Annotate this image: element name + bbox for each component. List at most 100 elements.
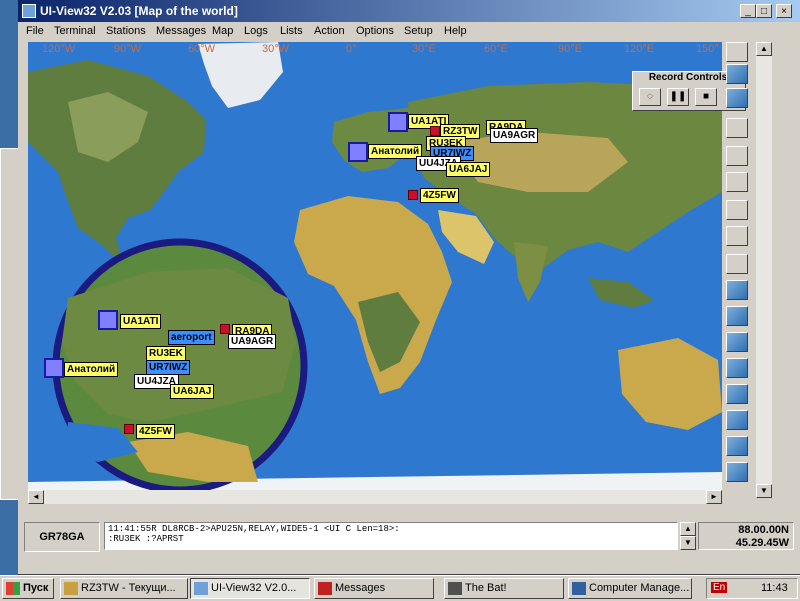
lon-label: 60°E bbox=[484, 43, 508, 55]
station-marker[interactable] bbox=[388, 112, 408, 132]
menu-bar: File Terminal Stations Messages Map Logs… bbox=[18, 22, 800, 41]
language-indicator[interactable]: En bbox=[711, 582, 728, 593]
scroll-left-button[interactable]: ◄ bbox=[28, 490, 44, 504]
close-button[interactable]: × bbox=[776, 4, 792, 18]
scroll-right-button[interactable]: ► bbox=[706, 490, 722, 504]
toolbar-button[interactable] bbox=[726, 462, 748, 482]
lon-label: 30°E bbox=[412, 43, 436, 55]
console-line: :RU3EK :?APRST bbox=[108, 534, 184, 544]
taskbar: Пуск RZ3TW - Текущи... UI-View32 V2.0...… bbox=[0, 575, 800, 601]
stop-icon: ■ bbox=[702, 91, 710, 102]
toolbar-button[interactable] bbox=[726, 358, 748, 378]
scroll-up-button[interactable]: ▲ bbox=[756, 42, 772, 56]
station-marker[interactable] bbox=[124, 424, 134, 434]
taskbar-item-messages[interactable]: Messages bbox=[314, 578, 434, 599]
menu-map[interactable]: Map bbox=[212, 25, 233, 37]
station-label[interactable]: RU3EK bbox=[146, 346, 186, 361]
toolbar-button[interactable] bbox=[726, 436, 748, 456]
toolbar-button[interactable] bbox=[726, 280, 748, 300]
station-marker[interactable] bbox=[348, 142, 368, 162]
station-label[interactable]: 4Z5FW bbox=[420, 188, 459, 203]
toolbar-button[interactable] bbox=[726, 384, 748, 404]
pause-icon: ❚❚ bbox=[669, 91, 687, 102]
station-label[interactable]: UA6JAJ bbox=[446, 162, 491, 177]
taskbar-item-computer-management[interactable]: Computer Manage... bbox=[568, 578, 692, 599]
station-marker[interactable] bbox=[408, 190, 418, 200]
close-icon: × bbox=[781, 6, 787, 17]
station-label[interactable]: Анатолий bbox=[64, 362, 119, 377]
taskbar-item-label: Computer Manage... bbox=[589, 582, 690, 594]
latitude-readout: 88.00.00N bbox=[738, 524, 789, 536]
station-label[interactable]: UR7IWZ bbox=[146, 360, 191, 375]
toolbar-button[interactable] bbox=[726, 306, 748, 326]
menu-help[interactable]: Help bbox=[444, 25, 467, 37]
vertical-scrollbar[interactable]: ▲ ▼ bbox=[756, 42, 772, 498]
toolbar-button[interactable] bbox=[726, 118, 748, 138]
station-label[interactable]: 4Z5FW bbox=[136, 424, 175, 439]
taskbar-item-rz3tw[interactable]: RZ3TW - Текущи... bbox=[60, 578, 188, 599]
station-label[interactable]: Анатолий bbox=[368, 144, 423, 159]
stop-button[interactable]: ■ bbox=[695, 88, 717, 106]
main-window: UI-View32 V2.03 [Map of the world] _ □ ×… bbox=[18, 0, 800, 575]
window-icon bbox=[318, 582, 332, 595]
lon-label: 60°W bbox=[188, 43, 216, 55]
cursor-coordinates: 88.00.00N 45.29.45W bbox=[698, 522, 794, 550]
packet-console[interactable]: 11:41:55R DL8RCB-2>APU25N,RELAY,WIDE5-1 … bbox=[104, 522, 678, 550]
world-map[interactable]: 120°W 90°W 60°W 30°W 0° 30°E 60°E 90°E 1… bbox=[28, 42, 722, 490]
console-scroll-down[interactable]: ▼ bbox=[680, 536, 696, 550]
toolbar-button[interactable] bbox=[726, 42, 748, 62]
grid-locator: GR78GA bbox=[24, 522, 100, 552]
window-icon bbox=[448, 582, 462, 595]
clock[interactable]: 11:43 bbox=[761, 582, 788, 594]
toolbar-button[interactable] bbox=[726, 200, 748, 220]
record-icon: ◌ bbox=[647, 91, 653, 102]
toolbar-button[interactable] bbox=[726, 172, 748, 192]
app-icon[interactable] bbox=[22, 4, 36, 18]
toolbar-button[interactable] bbox=[726, 226, 748, 246]
pause-button[interactable]: ❚❚ bbox=[667, 88, 689, 106]
console-scroll-up[interactable]: ▲ bbox=[680, 522, 696, 536]
window-icon bbox=[572, 582, 586, 595]
toolbar-button[interactable] bbox=[726, 254, 748, 274]
menu-setup[interactable]: Setup bbox=[404, 25, 433, 37]
start-button[interactable]: Пуск bbox=[2, 578, 54, 599]
horizontal-scrollbar[interactable]: ◄ ► bbox=[28, 490, 722, 504]
menu-terminal[interactable]: Terminal bbox=[54, 25, 96, 37]
menu-options[interactable]: Options bbox=[356, 25, 394, 37]
menu-logs[interactable]: Logs bbox=[244, 25, 268, 37]
map-canvas bbox=[28, 42, 722, 490]
toolbar-button[interactable] bbox=[726, 410, 748, 430]
lon-label: 150° bbox=[696, 43, 719, 55]
taskbar-item-thebat[interactable]: The Bat! bbox=[444, 578, 564, 599]
console-line: 11:41:55R DL8RCB-2>APU25N,RELAY,WIDE5-1 … bbox=[108, 524, 400, 534]
station-marker[interactable] bbox=[430, 126, 440, 136]
station-label[interactable]: aeroport bbox=[168, 330, 215, 345]
station-marker[interactable] bbox=[98, 310, 118, 330]
menu-action[interactable]: Action bbox=[314, 25, 345, 37]
station-label[interactable]: UA1ATI bbox=[120, 314, 162, 329]
background-window-left[interactable] bbox=[0, 148, 20, 500]
menu-file[interactable]: File bbox=[26, 25, 44, 37]
station-label[interactable]: UA6JAJ bbox=[170, 384, 215, 399]
station-label[interactable]: UA9AGR bbox=[490, 128, 539, 143]
toolbar-button[interactable] bbox=[726, 332, 748, 352]
station-marker[interactable] bbox=[220, 324, 230, 334]
taskbar-item-label: Messages bbox=[335, 582, 386, 594]
scroll-down-button[interactable]: ▼ bbox=[756, 484, 772, 498]
station-label[interactable]: UA9AGR bbox=[228, 334, 277, 349]
window-icon bbox=[64, 582, 78, 595]
toolbar-button[interactable] bbox=[726, 88, 748, 108]
menu-stations[interactable]: Stations bbox=[106, 25, 146, 37]
title-bar[interactable]: UI-View32 V2.03 [Map of the world] _ □ × bbox=[18, 0, 800, 22]
lon-label: 120°E bbox=[624, 43, 655, 55]
toolbar-button[interactable] bbox=[726, 146, 748, 166]
menu-messages[interactable]: Messages bbox=[156, 25, 206, 37]
toolbar-button[interactable] bbox=[726, 64, 748, 84]
minimize-icon: _ bbox=[745, 6, 751, 17]
station-marker[interactable] bbox=[44, 358, 64, 378]
minimize-button[interactable]: _ bbox=[740, 4, 756, 18]
maximize-button[interactable]: □ bbox=[756, 4, 772, 18]
record-button[interactable]: ◌ bbox=[639, 88, 661, 106]
menu-lists[interactable]: Lists bbox=[280, 25, 303, 37]
taskbar-item-uiview[interactable]: UI-View32 V2.0... bbox=[190, 578, 310, 599]
